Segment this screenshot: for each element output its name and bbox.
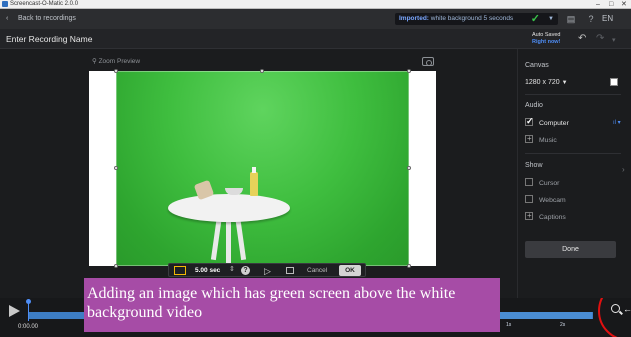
copy-icon[interactable] — [286, 267, 294, 274]
image-icon — [174, 266, 186, 275]
volume-icon[interactable]: ıl ▾ — [613, 119, 621, 126]
resize-handle[interactable] — [407, 264, 411, 268]
check-icon: ✓ — [530, 13, 540, 25]
chevron-down-icon[interactable]: ▾ — [612, 36, 616, 46]
zoom-preview-button[interactable]: ⚲ Zoom Preview — [92, 58, 140, 66]
audio-music-add[interactable]: Music — [525, 134, 557, 146]
header-bar: Enter Recording Name Auto Saved Right no… — [0, 29, 631, 49]
window-title-bar: Screencast-O-Matic 2.0.0 – □ ✕ — [0, 0, 631, 9]
overlay-segment[interactable] — [500, 312, 592, 319]
divider — [525, 94, 621, 95]
duration-stepper-icon[interactable]: ⇕ — [229, 264, 235, 276]
tutorial-caption: Adding an image which has green screen a… — [84, 278, 500, 332]
chevron-right-icon[interactable]: › — [622, 165, 625, 174]
canvas-color-swatch[interactable] — [610, 78, 618, 86]
autosave-status: Auto Saved Right now! — [532, 32, 560, 46]
audio-music-label: Music — [539, 137, 557, 144]
duration-value[interactable]: 5.00 sec — [195, 265, 220, 277]
window-title: Screencast-O-Matic 2.0.0 — [10, 1, 79, 7]
app-icon — [2, 1, 8, 7]
resize-handle[interactable] — [407, 69, 411, 73]
checkbox-icon — [525, 195, 533, 204]
chevron-down-icon: ▼ — [561, 80, 568, 86]
undo-icon[interactable]: ↶ — [578, 34, 586, 44]
resize-handle[interactable] — [114, 69, 118, 73]
cancel-button[interactable]: Cancel — [307, 266, 327, 276]
audio-computer-label: Computer — [539, 120, 569, 127]
audio-computer-toggle[interactable]: Computer — [525, 116, 569, 129]
resize-handle[interactable] — [114, 264, 118, 268]
chevron-down-icon: ▼ — [548, 16, 554, 22]
autosave-time: Right now! — [532, 39, 561, 45]
plus-icon — [525, 211, 533, 221]
timeline-tick: 1s — [506, 322, 512, 328]
checkbox-checked-icon — [525, 116, 534, 127]
search-icon: ⚲ — [92, 58, 97, 65]
done-button[interactable]: Done — [525, 241, 616, 258]
resize-handle[interactable] — [114, 166, 118, 170]
zoom-preview-label: Zoom Preview — [98, 58, 141, 65]
overlay-selection-frame[interactable] — [116, 71, 409, 266]
minimize-button[interactable]: – — [596, 0, 600, 9]
language-selector[interactable]: EN — [602, 13, 613, 25]
show-section-title: Show — [525, 162, 543, 169]
resize-handle[interactable] — [260, 69, 264, 73]
top-toolbar: ‹ Back to recordings Imported: white bac… — [0, 9, 631, 29]
canvas-section-title: Canvas — [525, 62, 549, 69]
help-icon[interactable]: ? — [586, 14, 596, 24]
imported-file-dropdown[interactable]: Imported: white background 5 seconds ✓ ▼ — [395, 13, 558, 25]
show-captions-add[interactable]: Captions — [525, 211, 566, 223]
resize-handle[interactable] — [407, 166, 411, 170]
show-captions-label: Captions — [539, 214, 566, 221]
overlay-control-strip: 5.00 sec ⇕ ? ▷ Cancel OK — [168, 263, 366, 277]
plus-icon — [525, 134, 533, 144]
imported-filename: white background 5 seconds — [430, 15, 514, 22]
playhead[interactable] — [26, 299, 31, 321]
show-cursor-toggle[interactable]: Cursor — [525, 178, 560, 189]
canvas-size-dropdown[interactable]: 1280 x 720 ▼ — [525, 78, 568, 88]
ok-button[interactable]: OK — [339, 265, 361, 276]
timecode: 0:00.00 — [18, 324, 39, 330]
imported-prefix: Imported: — [399, 15, 429, 22]
share-icon[interactable]: ▤ — [566, 14, 576, 24]
timeline-tick: 2s — [560, 322, 566, 328]
show-webcam-toggle[interactable]: Webcam — [525, 195, 566, 206]
play-icon[interactable] — [9, 305, 20, 317]
divider — [525, 153, 621, 154]
show-webcam-label: Webcam — [539, 197, 566, 204]
autosave-label: Auto Saved — [532, 32, 561, 38]
close-button[interactable]: ✕ — [621, 0, 627, 9]
right-side-panel: Canvas 1280 x 720 ▼ Audio Computer ıl ▾ … — [517, 49, 631, 298]
camera-icon[interactable] — [422, 57, 434, 66]
redo-icon[interactable]: ↷ — [596, 34, 604, 44]
recording-name-field[interactable]: Enter Recording Name — [6, 33, 92, 45]
show-cursor-label: Cursor — [539, 180, 560, 187]
help-icon[interactable]: ? — [241, 266, 250, 275]
canvas-size-value: 1280 x 720 — [525, 79, 560, 86]
back-label: Back to recordings — [17, 15, 76, 22]
play-icon[interactable]: ▷ — [264, 265, 271, 277]
arrow-left-icon: ‹ — [6, 15, 9, 22]
back-to-recordings-link[interactable]: ‹ Back to recordings — [6, 13, 76, 25]
audio-section-title: Audio — [525, 102, 543, 109]
maximize-button[interactable]: □ — [609, 0, 613, 9]
checkbox-icon — [525, 178, 533, 187]
